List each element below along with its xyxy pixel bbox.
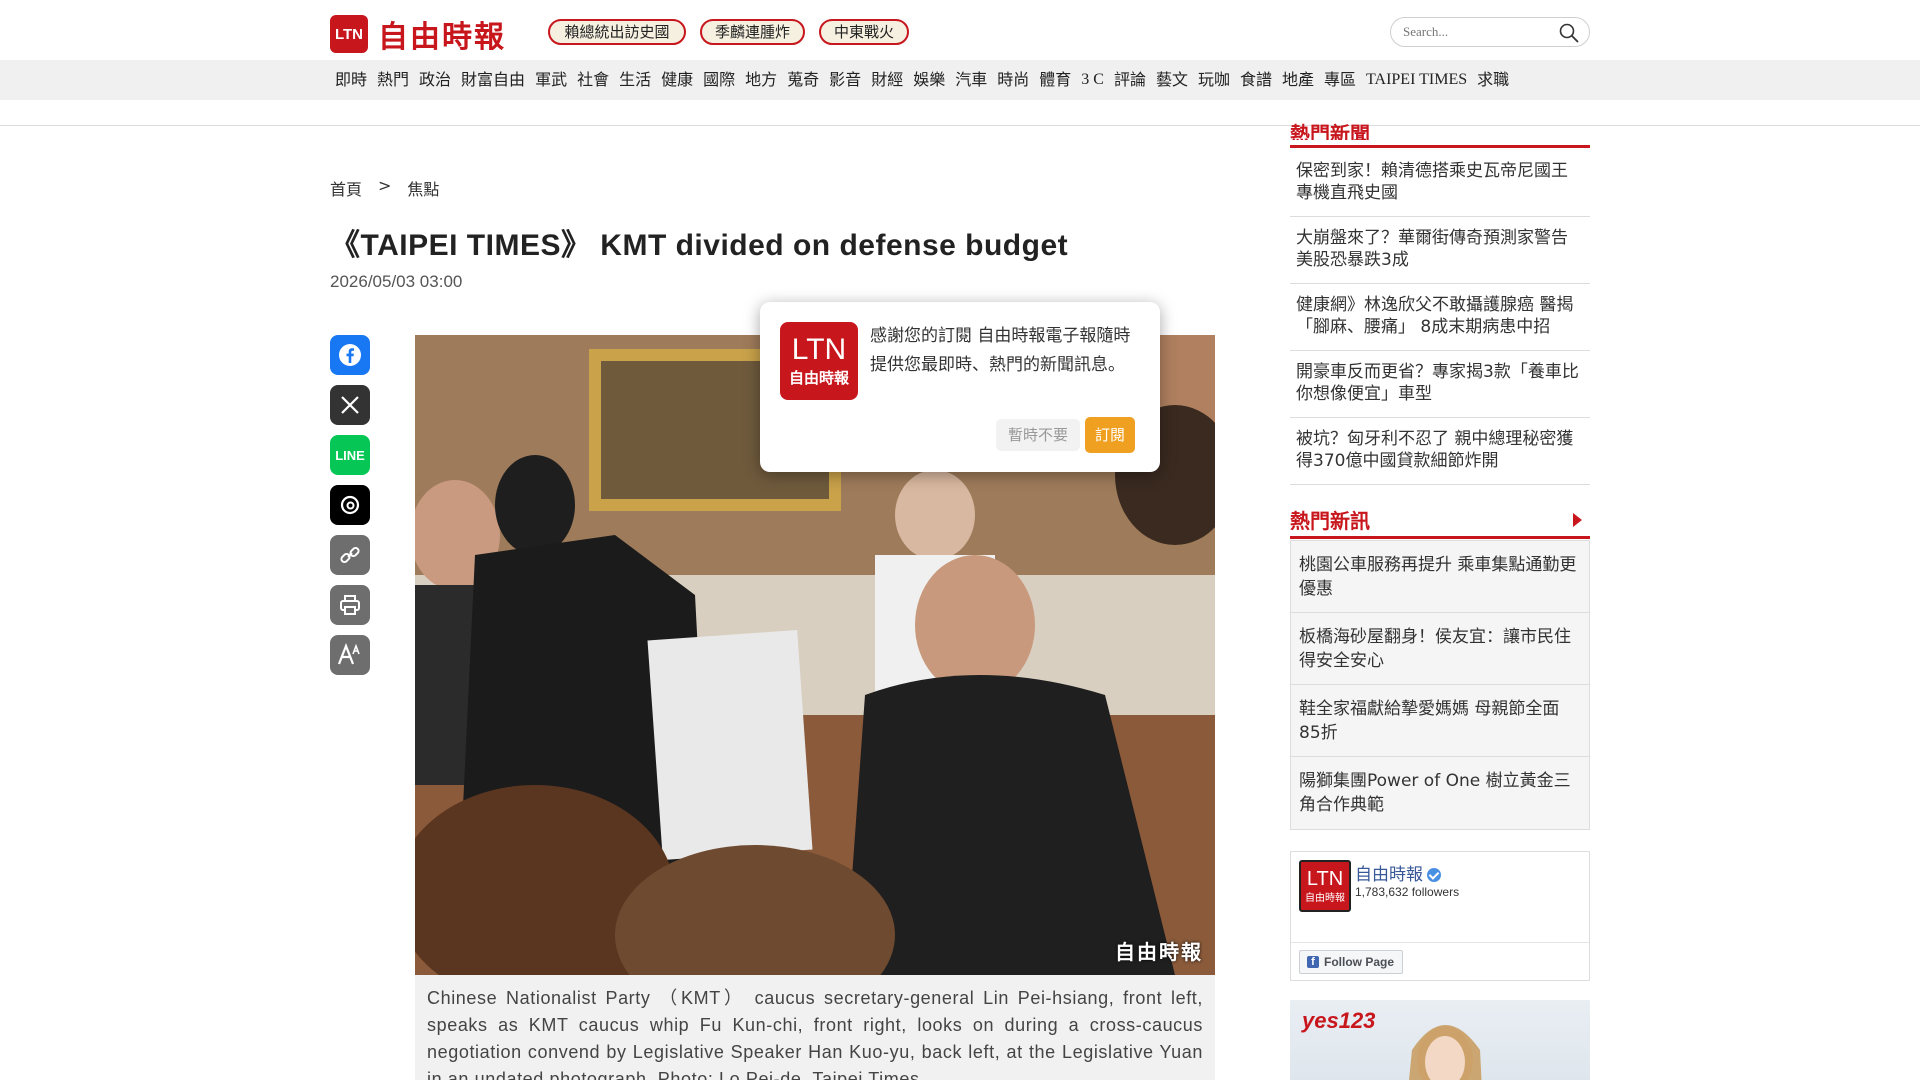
nav-item[interactable]: 專區 (1319, 60, 1361, 100)
photo-watermark: 自由時報 (1115, 940, 1203, 964)
x-icon[interactable] (330, 385, 370, 425)
subscription-popup: LTN 自由時報 感謝您的訂閱 自由時報電子報隨時提供您最即時、熱門的新聞訊息。… (760, 302, 1160, 472)
nav-item[interactable]: 財經 (866, 60, 908, 100)
facebook-page-widget: LTN 自由時報 自由時報 1,783,632 followers f Foll… (1290, 851, 1590, 981)
hot-tags: 賴總統出訪史國 季麟連腫炸 中東戰火 (548, 19, 910, 45)
search-icon[interactable] (1559, 23, 1579, 43)
facebook-small-icon: f (1307, 956, 1319, 968)
nav-item[interactable]: 時尚 (992, 60, 1034, 100)
nav-item[interactable]: 即時 (330, 60, 372, 100)
line-label: LINE (335, 447, 365, 463)
list-item[interactable]: 鞋全家福獻給摯愛媽媽 母親節全面85折 (1291, 685, 1589, 757)
nav-item[interactable]: 評論 (1109, 60, 1151, 100)
play-arrow-icon[interactable] (1573, 513, 1582, 527)
breadcrumb: 首頁 > 焦點 (330, 176, 439, 200)
nav-item-taipei-times[interactable]: TAIPEI TIMES (1361, 60, 1472, 100)
list-item[interactable]: 大崩盤來了？華爾街傳奇預測家警告美股恐暴跌3成 (1290, 217, 1590, 284)
new-news-list: 桃園公車服務再提升 乘車集點通勤更優惠 板橋海砂屋翻身！侯友宜：讓市民住得安全安… (1290, 540, 1590, 830)
hot-tag[interactable]: 季麟連腫炸 (700, 19, 806, 45)
hot-news-underline (1290, 145, 1590, 148)
verified-badge-icon (1427, 868, 1441, 882)
list-item[interactable]: 被坑？匈牙利不忍了 親中總理秘密獲得370億中國貸款細節炸開 (1290, 418, 1590, 485)
article-title: 《TAIPEI TIMES》 KMT divided on defense bu… (330, 229, 1069, 262)
nav-item[interactable]: 食譜 (1235, 60, 1277, 100)
fb-follow-label: Follow Page (1324, 955, 1395, 969)
article-date: 2026/05/03 03:00 (330, 272, 463, 291)
nav-item[interactable]: 汽車 (950, 60, 992, 100)
nav-item[interactable]: 藝文 (1151, 60, 1193, 100)
list-item[interactable]: 保密到家！賴清德搭乘史瓦帝尼國王專機直飛史國 (1290, 150, 1590, 217)
print-icon[interactable] (330, 585, 370, 625)
hot-tag[interactable]: 中東戰火 (819, 19, 910, 45)
share-toolbar: LINE (330, 335, 370, 685)
nav-item[interactable]: 地產 (1277, 60, 1319, 100)
decline-button[interactable]: 暫時不要 (996, 419, 1080, 451)
fb-follow-button[interactable]: f Follow Page (1299, 950, 1404, 974)
hot-news-list: 保密到家！賴清德搭乘史瓦帝尼國王專機直飛史國 大崩盤來了？華爾街傳奇預測家警告美… (1290, 150, 1590, 485)
photo-caption: Chinese Nationalist Party （KMT） caucus s… (415, 975, 1215, 1080)
fb-page-name[interactable]: 自由時報 (1355, 860, 1441, 885)
list-item[interactable]: 開豪車反而更省？專家揭3款「養車比你想像便宜」車型 (1290, 351, 1590, 418)
nav-item[interactable]: 生活 (614, 60, 656, 100)
fb-page-avatar[interactable]: LTN 自由時報 (1299, 860, 1351, 912)
nav-item[interactable]: 體育 (1034, 60, 1076, 100)
site-logo[interactable]: LTN 自由時報 (330, 12, 506, 56)
nav-item[interactable]: 求職 (1472, 60, 1514, 100)
ltn-logo-icon: LTN (330, 15, 368, 53)
hot-tag[interactable]: 賴總統出訪史國 (548, 19, 686, 45)
main-nav-bar: 即時 熱門 政治 財富自由 軍武 社會 生活 健康 國際 地方 蒐奇 影音 財經… (0, 60, 1920, 100)
nav-item[interactable]: 軍武 (530, 60, 572, 100)
threads-icon[interactable] (330, 485, 370, 525)
fb-page-name-text: 自由時報 (1355, 865, 1423, 885)
divider (1291, 942, 1589, 943)
new-news-underline (1290, 536, 1590, 539)
breadcrumb-section[interactable]: 焦點 (407, 176, 439, 200)
link-icon[interactable] (330, 535, 370, 575)
divider (0, 125, 1920, 126)
popup-logo-mark: LTN (791, 333, 847, 366)
nav-item[interactable]: 影音 (824, 60, 866, 100)
subscribe-button[interactable]: 訂閱 (1085, 417, 1135, 453)
hot-news-title: 熱門新聞 (1290, 122, 1370, 140)
search-input[interactable] (1403, 24, 1553, 40)
list-item[interactable]: 桃園公車服務再提升 乘車集點通勤更優惠 (1291, 541, 1589, 613)
fb-logo-mark: LTN (1306, 868, 1344, 890)
breadcrumb-separator: > (378, 176, 392, 195)
list-item[interactable]: 健康網》林逸欣父不敢攝護腺癌 醫揭「腳麻、腰痛」 8成末期病患中招 (1290, 284, 1590, 351)
main-nav: 即時 熱門 政治 財富自由 軍武 社會 生活 健康 國際 地方 蒐奇 影音 財經… (330, 60, 1514, 100)
nav-item[interactable]: 國際 (698, 60, 740, 100)
nav-item[interactable]: 蒐奇 (782, 60, 824, 100)
ad-illustration (1409, 1025, 1482, 1080)
new-news-title: 熱門新訊 (1290, 509, 1370, 533)
nav-item[interactable]: 3 C (1076, 60, 1109, 100)
fb-followers-count: 1,783,632 followers (1355, 885, 1460, 899)
nav-item[interactable]: 政治 (414, 60, 456, 100)
popup-logo: LTN 自由時報 (780, 322, 858, 400)
breadcrumb-home[interactable]: 首頁 (330, 176, 362, 200)
nav-item[interactable]: 社會 (572, 60, 614, 100)
fb-logo-text: 自由時報 (1305, 893, 1345, 904)
nav-item[interactable]: 玩咖 (1193, 60, 1235, 100)
nav-item[interactable]: 地方 (740, 60, 782, 100)
site-logo-text: 自由時報 (378, 20, 506, 55)
nav-item[interactable]: 財富自由 (456, 60, 530, 100)
nav-item[interactable]: 娛樂 (908, 60, 950, 100)
sidebar-ad[interactable]: yes123 (1290, 1000, 1590, 1080)
popup-logo-text: 自由時報 (788, 369, 849, 387)
site-header: LTN 自由時報 賴總統出訪史國 季麟連腫炸 中東戰火 (0, 0, 1920, 60)
nav-item[interactable]: 熱門 (372, 60, 414, 100)
facebook-icon[interactable] (330, 335, 370, 375)
search-box (1390, 17, 1590, 47)
list-item[interactable]: 陽獅集團Power of One 樹立黃金三角合作典範 (1291, 757, 1589, 829)
line-icon[interactable]: LINE (330, 435, 370, 475)
font-size-icon[interactable] (330, 635, 370, 675)
nav-item[interactable]: 健康 (656, 60, 698, 100)
popup-message: 感謝您的訂閱 自由時報電子報隨時提供您最即時、熱門的新聞訊息。 (870, 326, 1131, 375)
list-item[interactable]: 板橋海砂屋翻身！侯友宜：讓市民住得安全安心 (1291, 613, 1589, 685)
